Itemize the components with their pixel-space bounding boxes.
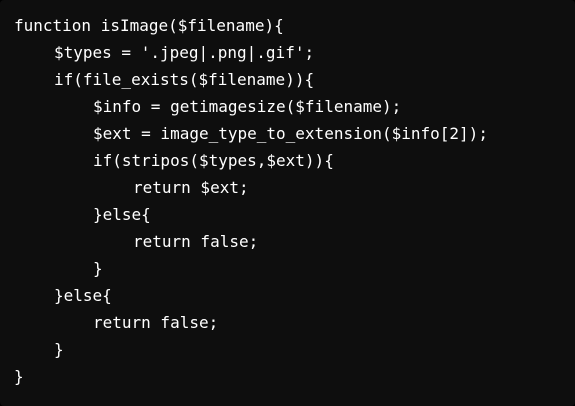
code-line: $ext = image_type_to_extension($info[2])… — [93, 124, 488, 143]
code-line: } — [54, 340, 64, 359]
code-line: return $ext; — [133, 178, 249, 197]
code-line: return false; — [133, 232, 259, 251]
code-line: if(stripos($types,$ext)){ — [93, 151, 334, 170]
code-line: return false; — [93, 313, 219, 332]
code-line: } — [93, 259, 103, 278]
code-line: $types = '.jpeg|.png|.gif'; — [54, 43, 315, 62]
code-block: function isImage($filename){ $types = '.… — [0, 0, 575, 406]
code-line: $info = getimagesize($filename); — [93, 97, 402, 116]
code-line: }else{ — [54, 286, 112, 305]
code-line: if(file_exists($filename)){ — [54, 70, 315, 89]
code-line: }else{ — [93, 205, 151, 224]
code-line: function isImage($filename){ — [14, 16, 284, 35]
code-line: } — [14, 367, 24, 386]
